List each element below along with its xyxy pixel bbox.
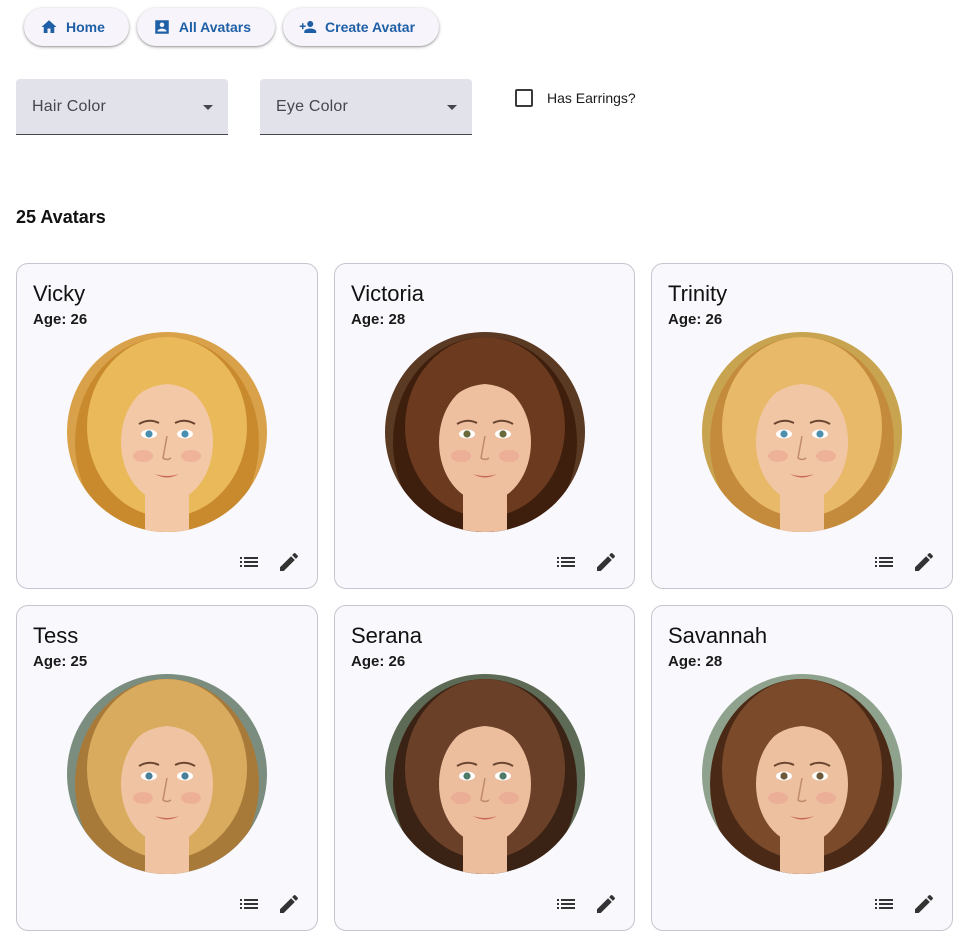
hair-color-label: Hair Color: [32, 98, 107, 115]
avatar-grid: Vicky Age: 26 Victoria Age: 28 Trinity A…: [16, 263, 953, 931]
create-avatar-button[interactable]: Create Avatar: [283, 8, 440, 46]
home-button-label: Home: [66, 19, 105, 35]
avatar-portrait: [384, 332, 585, 532]
create-avatar-button-label: Create Avatar: [325, 19, 416, 35]
avatar-portrait: [702, 332, 902, 532]
eye-color-select[interactable]: Eye Color: [260, 79, 472, 135]
hair-color-select[interactable]: Hair Color: [16, 79, 228, 135]
avatar-card[interactable]: Tess Age: 25: [16, 605, 318, 931]
avatar-portrait: [384, 674, 585, 874]
avatar-age: Age: 26: [351, 653, 406, 670]
avatar-name: Vicky: [33, 281, 86, 306]
edit-button[interactable]: [277, 550, 301, 574]
avatar-name: Tess: [33, 623, 79, 648]
details-list-button[interactable]: [237, 550, 261, 574]
all-avatars-button-label: All Avatars: [178, 19, 252, 35]
edit-button[interactable]: [594, 892, 618, 916]
avatar-age: Age: 25: [33, 653, 88, 670]
list-icon: [240, 557, 258, 567]
details-list-button[interactable]: [554, 550, 578, 574]
dropdown-arrow-icon: [203, 105, 213, 110]
top-nav: Home All Avatars Create Avatar: [24, 8, 440, 46]
avatar-age: Age: 28: [351, 311, 406, 328]
dropdown-arrow-icon: [447, 105, 457, 110]
avatar-card[interactable]: Savannah Age: 28: [651, 605, 953, 931]
edit-button[interactable]: [912, 550, 936, 574]
avatar-age: Age: 26: [668, 311, 723, 328]
details-list-button[interactable]: [872, 892, 896, 916]
person-add-icon: [299, 18, 317, 36]
all-avatars-button[interactable]: All Avatars: [136, 8, 276, 46]
pencil-icon: [597, 552, 616, 571]
list-icon: [557, 557, 575, 567]
details-list-button[interactable]: [554, 892, 578, 916]
list-icon: [557, 899, 575, 909]
eye-color-label: Eye Color: [276, 98, 349, 115]
pencil-icon: [915, 552, 934, 571]
details-list-button[interactable]: [872, 550, 896, 574]
home-button[interactable]: Home: [24, 8, 129, 46]
avatar-name: Serana: [351, 623, 422, 648]
avatar-name: Savannah: [668, 623, 768, 648]
avatar-card[interactable]: Victoria Age: 28: [334, 263, 635, 589]
pencil-icon: [280, 894, 299, 913]
avatar-age: Age: 28: [668, 653, 723, 670]
avatar-age: Age: 26: [33, 311, 88, 328]
list-icon: [240, 899, 258, 909]
edit-button[interactable]: [594, 550, 618, 574]
list-icon: [875, 557, 893, 567]
pencil-icon: [915, 894, 934, 913]
home-icon: [40, 18, 58, 36]
earrings-filter: Has Earrings?: [515, 89, 636, 107]
avatar-name: Victoria: [351, 281, 424, 306]
details-list-button[interactable]: [237, 892, 261, 916]
earrings-checkbox-label: Has Earrings?: [547, 90, 636, 106]
pencil-icon: [597, 894, 616, 913]
pencil-icon: [280, 552, 299, 571]
contact-card-icon: [153, 18, 171, 36]
list-icon: [875, 899, 893, 909]
edit-button[interactable]: [912, 892, 936, 916]
avatar-portrait: [67, 332, 267, 532]
avatar-name: Trinity: [668, 281, 728, 306]
avatar-count: 25 Avatars: [16, 207, 106, 227]
avatar-card[interactable]: Trinity Age: 26: [651, 263, 953, 589]
avatar-card[interactable]: Serana Age: 26: [334, 605, 635, 931]
avatar-portrait: [67, 674, 267, 874]
edit-button[interactable]: [277, 892, 301, 916]
avatar-portrait: [702, 674, 902, 874]
avatar-card[interactable]: Vicky Age: 26: [16, 263, 318, 589]
earrings-checkbox[interactable]: [515, 89, 533, 107]
